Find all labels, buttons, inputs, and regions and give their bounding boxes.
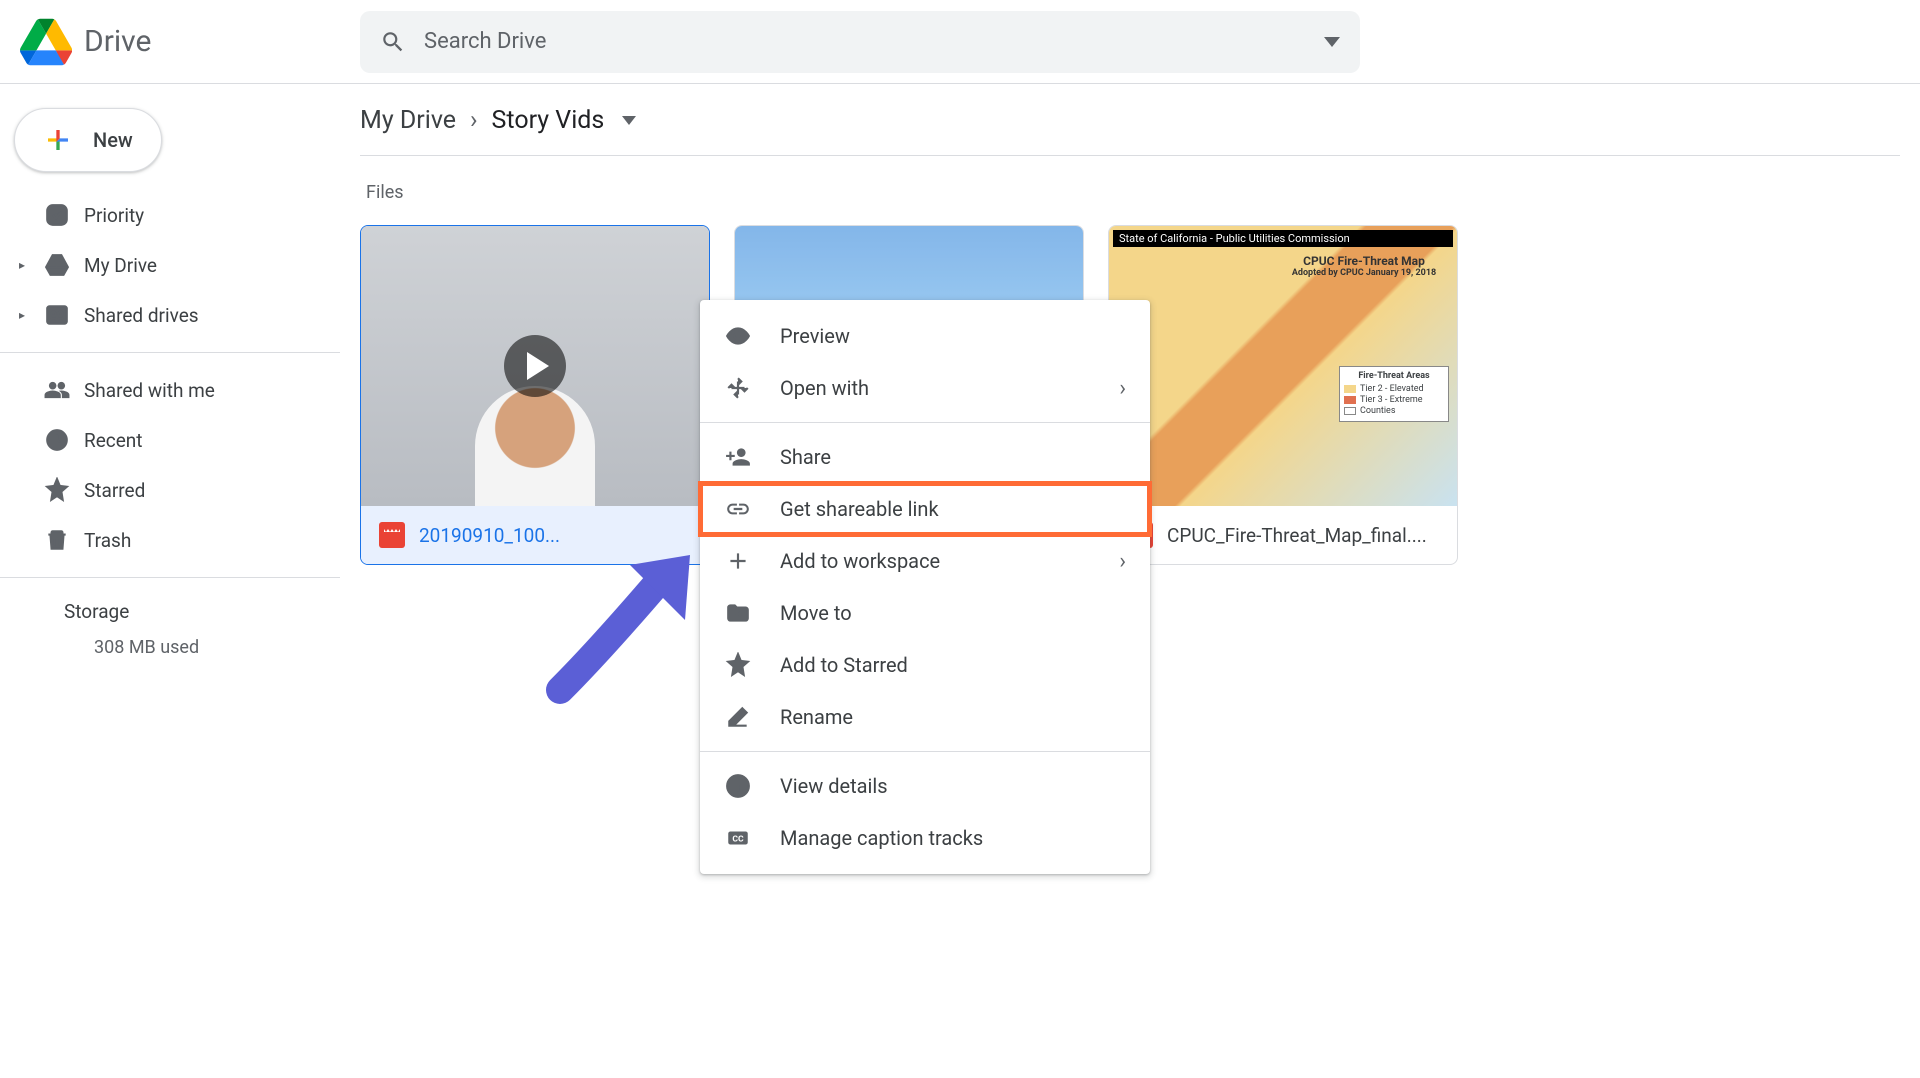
plus-icon bbox=[43, 125, 73, 155]
breadcrumb-dropdown-icon[interactable] bbox=[622, 116, 636, 125]
rename-icon bbox=[724, 703, 752, 731]
personadd-icon bbox=[724, 443, 752, 471]
shareddrives-icon bbox=[42, 300, 72, 330]
starred-icon bbox=[42, 475, 72, 505]
svg-text:CC: CC bbox=[732, 834, 744, 844]
sidebar-item-mydrive[interactable]: ▸ My Drive bbox=[0, 240, 340, 290]
menu-captions[interactable]: CC Manage caption tracks bbox=[700, 812, 1150, 864]
breadcrumb-root[interactable]: My Drive bbox=[360, 106, 456, 135]
logo-area[interactable]: Drive bbox=[20, 18, 360, 66]
moveto-icon bbox=[724, 599, 752, 627]
search-options-caret-icon[interactable] bbox=[1324, 37, 1340, 47]
menu-getshareablelink[interactable]: Get shareable link bbox=[700, 483, 1150, 535]
info-icon bbox=[724, 772, 752, 800]
menu-rename[interactable]: Rename bbox=[700, 691, 1150, 743]
app-name: Drive bbox=[84, 24, 151, 59]
sidebar: New Priority ▸ My Drive ▸ Shared drives … bbox=[0, 84, 340, 1078]
sidebar-item-sharedwithme[interactable]: Shared with me bbox=[0, 365, 340, 415]
plus-icon bbox=[724, 547, 752, 575]
menu-addtoworkspace[interactable]: Add to workspace › bbox=[700, 535, 1150, 587]
link-icon bbox=[724, 495, 752, 523]
file-card[interactable]: 20190910_100... bbox=[360, 225, 710, 565]
expand-caret-icon[interactable]: ▸ bbox=[14, 258, 30, 272]
search-icon bbox=[380, 29, 406, 55]
map-title-box: CPUC Fire-Threat Map Adopted by CPUC Jan… bbox=[1279, 254, 1449, 282]
drive-logo-icon bbox=[20, 18, 72, 66]
chevron-right-icon: › bbox=[470, 106, 478, 135]
menu-preview[interactable]: Preview bbox=[700, 310, 1150, 362]
menu-addtostarred[interactable]: Add to Starred bbox=[700, 639, 1150, 691]
expand-caret-icon[interactable]: ▸ bbox=[14, 308, 30, 322]
chevron-right-icon: › bbox=[1119, 549, 1126, 574]
recent-icon bbox=[42, 425, 72, 455]
eye-icon bbox=[724, 322, 752, 350]
star-icon bbox=[724, 651, 752, 679]
menu-share[interactable]: Share bbox=[700, 431, 1150, 483]
search-bar[interactable] bbox=[360, 11, 1360, 73]
sidebar-item-starred[interactable]: Starred bbox=[0, 465, 340, 515]
menu-openwith[interactable]: Open with › bbox=[700, 362, 1150, 414]
breadcrumb: My Drive › Story Vids bbox=[360, 98, 1900, 156]
video-file-icon bbox=[379, 522, 405, 548]
search-input[interactable] bbox=[424, 29, 1306, 54]
play-icon bbox=[504, 335, 566, 397]
file-thumbnail: State of California - Public Utilities C… bbox=[1109, 226, 1457, 506]
map-header: State of California - Public Utilities C… bbox=[1113, 230, 1453, 247]
files-section-label: Files bbox=[366, 182, 1900, 203]
sidebar-item-storage[interactable]: Storage bbox=[0, 590, 340, 633]
sharedwithme-icon bbox=[42, 375, 72, 405]
priority-icon bbox=[42, 200, 72, 230]
file-name: CPUC_Fire-Threat_Map_final.... bbox=[1167, 524, 1427, 547]
file-thumbnail bbox=[361, 226, 709, 506]
mydrive-icon bbox=[42, 250, 72, 280]
file-card[interactable]: State of California - Public Utilities C… bbox=[1108, 225, 1458, 565]
storage-used: 308 MB used bbox=[0, 633, 340, 662]
sidebar-item-shareddrives[interactable]: ▸ Shared drives bbox=[0, 290, 340, 340]
menu-viewdetails[interactable]: View details bbox=[700, 760, 1150, 812]
new-button[interactable]: New bbox=[14, 108, 162, 172]
trash-icon bbox=[42, 525, 72, 555]
sidebar-item-recent[interactable]: Recent bbox=[0, 415, 340, 465]
file-name: 20190910_100... bbox=[419, 524, 560, 547]
breadcrumb-current[interactable]: Story Vids bbox=[492, 106, 605, 135]
header: Drive bbox=[0, 0, 1920, 84]
sidebar-item-trash[interactable]: Trash bbox=[0, 515, 340, 565]
chevron-right-icon: › bbox=[1119, 376, 1126, 401]
context-menu: Preview Open with › Share Get shareable … bbox=[700, 300, 1150, 874]
openwith-icon bbox=[724, 374, 752, 402]
sidebar-item-priority[interactable]: Priority bbox=[0, 190, 340, 240]
cc-icon: CC bbox=[724, 824, 752, 852]
new-button-label: New bbox=[93, 128, 133, 152]
menu-moveto[interactable]: Move to bbox=[700, 587, 1150, 639]
map-legend: Fire-Threat Areas Tier 2 - Elevated Tier… bbox=[1339, 366, 1449, 422]
